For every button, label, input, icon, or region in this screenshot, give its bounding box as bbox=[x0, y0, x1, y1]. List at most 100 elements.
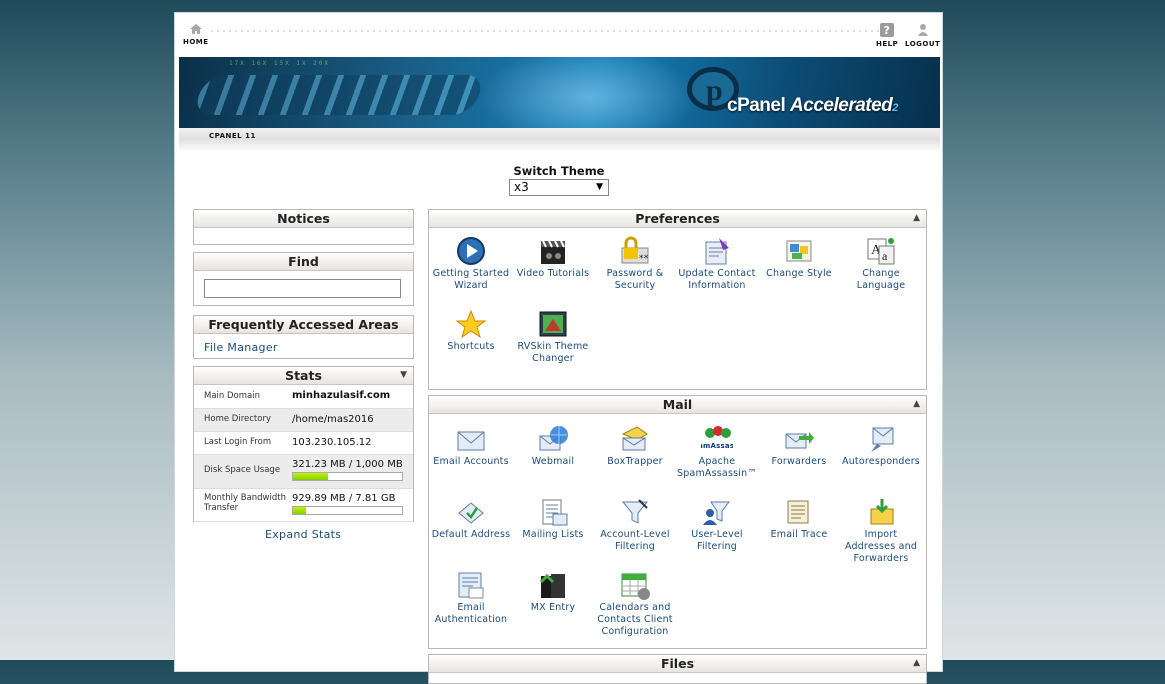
stat-row-disk-usage: Disk Space Usage 321.23 MB / 1,000 MB bbox=[194, 455, 413, 489]
stats-header: Stats ▼ bbox=[194, 367, 413, 385]
files-title: Files bbox=[660, 656, 695, 671]
tool-label: Default Address bbox=[431, 529, 511, 540]
banner-binary: 17X 16X 15X 1X 20X bbox=[229, 60, 331, 67]
tool-mx[interactable]: MX Entry bbox=[511, 570, 595, 614]
stat-label: Home Directory bbox=[204, 414, 271, 424]
globe-mail-icon bbox=[539, 426, 568, 451]
mail-panel: Mail ▲ Email Accounts Webmail BoxTrapper Sp… bbox=[428, 395, 927, 649]
tool-forward[interactable]: Forwarders bbox=[757, 424, 841, 468]
default-address-icon bbox=[458, 502, 484, 524]
tool-label: User-Level Filtering bbox=[691, 529, 743, 552]
frequently-accessed-panel: Frequently Accessed Areas File Manager bbox=[193, 315, 414, 359]
tool-label: RVSkin Theme Changer bbox=[517, 341, 589, 364]
collapse-icon[interactable]: ▼ bbox=[400, 367, 407, 384]
find-title: Find bbox=[194, 253, 413, 271]
tool-mailing-list[interactable]: Mailing Lists bbox=[511, 497, 595, 541]
tool-boxtrapper[interactable]: BoxTrapper bbox=[593, 424, 677, 468]
tool-lock[interactable]: ** Password & Security bbox=[593, 236, 677, 292]
tool-globe-mail[interactable]: Webmail bbox=[511, 424, 595, 468]
chevron-down-icon: ▼ bbox=[596, 182, 603, 192]
tool-label: Email Trace bbox=[770, 529, 828, 540]
stat-label: Monthly Bandwidth Transfer bbox=[204, 493, 286, 513]
tool-label: Change Language bbox=[856, 268, 906, 291]
home-icon bbox=[189, 24, 202, 34]
home-label: HOME bbox=[183, 38, 209, 46]
clapper-icon bbox=[541, 240, 565, 264]
play-icon bbox=[457, 237, 485, 265]
theme-select-value: x3 bbox=[514, 180, 529, 194]
tool-label: Email Accounts bbox=[433, 456, 509, 467]
filter-icon bbox=[621, 499, 649, 524]
tool-label: Video Tutorials bbox=[516, 268, 590, 279]
stats-title: Stats bbox=[285, 368, 322, 383]
stat-value: 103.230.105.12 bbox=[292, 437, 372, 448]
stat-label: Last Login From bbox=[204, 437, 272, 447]
logout-link[interactable]: LOGOUT bbox=[905, 23, 940, 48]
help-label: HELP bbox=[876, 40, 899, 48]
theme-icon bbox=[539, 311, 567, 337]
autoresponder-icon bbox=[871, 427, 894, 452]
expand-stats-link[interactable]: Expand Stats bbox=[265, 528, 341, 541]
notices-panel: Notices bbox=[193, 209, 414, 245]
stat-value: /home/mas2016 bbox=[292, 414, 374, 425]
stat-row-main-domain: Main Domain minhazulasif.com bbox=[194, 385, 413, 409]
mailing-list-icon bbox=[542, 499, 568, 526]
forward-icon bbox=[785, 432, 814, 449]
tool-label: Calendars and Contacts Client Configurat… bbox=[597, 602, 673, 637]
stat-label: Main Domain bbox=[204, 391, 260, 401]
tool-theme[interactable]: RVSkin Theme Changer bbox=[511, 309, 595, 365]
brand-text: cPanel Accelerated2 bbox=[727, 95, 898, 117]
tool-label: Password & Security bbox=[606, 268, 664, 291]
tool-default-address[interactable]: Default Address bbox=[429, 497, 513, 541]
logout-icon bbox=[917, 24, 928, 36]
home-link[interactable]: HOME bbox=[183, 23, 209, 46]
tool-language[interactable]: Aa Change Language bbox=[839, 236, 923, 292]
mail-header: Mail ▲ bbox=[429, 396, 926, 414]
tool-envelope[interactable]: Email Accounts bbox=[429, 424, 513, 468]
banner-cables bbox=[191, 75, 487, 115]
files-header: Files ▲ bbox=[429, 655, 926, 673]
tool-label: Update Contact Information bbox=[678, 268, 756, 291]
svg-text:?: ? bbox=[884, 24, 891, 37]
stats-panel: Stats ▼ Main Domain minhazulasif.com Hom… bbox=[193, 366, 414, 522]
help-link[interactable]: ? HELP bbox=[876, 23, 898, 48]
cpanel-page: HOME ? HELP LOGOUT 17X 16X 15X 1X 20X p … bbox=[174, 12, 943, 684]
tool-play[interactable]: Getting Started Wizard bbox=[429, 236, 513, 292]
tool-calendar[interactable]: Calendars and Contacts Client Configurat… bbox=[593, 570, 677, 638]
tool-label: Change Style bbox=[766, 268, 832, 279]
tool-contact[interactable]: Update Contact Information bbox=[675, 236, 759, 292]
tool-star[interactable]: Shortcuts bbox=[429, 309, 513, 353]
collapse-icon[interactable]: ▲ bbox=[913, 396, 920, 413]
tool-auth[interactable]: Email Authentication bbox=[429, 570, 513, 626]
auth-icon bbox=[458, 572, 484, 599]
find-input[interactable] bbox=[204, 279, 401, 298]
theme-select[interactable]: x3 ▼ bbox=[509, 179, 609, 196]
collapse-icon[interactable]: ▲ bbox=[913, 655, 920, 672]
calendar-icon bbox=[621, 573, 650, 600]
tool-spamassassin[interactable]: SpamAssassin Apache SpamAssassin™ bbox=[675, 424, 759, 480]
tool-label: Mailing Lists bbox=[522, 529, 584, 540]
tool-autoresponder[interactable]: Autoresponders bbox=[839, 424, 923, 468]
find-panel: Find bbox=[193, 252, 414, 306]
tool-filter[interactable]: Account-Level Filtering bbox=[593, 497, 677, 553]
cpanel-strip: CPANEL 11 bbox=[179, 128, 940, 150]
tool-import[interactable]: Import Addresses and Forwarders bbox=[839, 497, 923, 565]
file-manager-link[interactable]: File Manager bbox=[204, 341, 278, 354]
tool-label: BoxTrapper bbox=[607, 456, 663, 467]
tool-style[interactable]: Change Style bbox=[757, 236, 841, 280]
tool-label: Import Addresses and Forwarders bbox=[844, 529, 918, 564]
tool-user-filter[interactable]: User-Level Filtering bbox=[675, 497, 759, 553]
tool-trace[interactable]: Email Trace bbox=[757, 497, 841, 541]
brand-name: cPanel bbox=[727, 95, 786, 116]
language-icon: Aa bbox=[867, 238, 895, 265]
collapse-icon[interactable]: ▲ bbox=[913, 210, 920, 227]
mail-title: Mail bbox=[662, 397, 693, 412]
preferences-title: Preferences bbox=[635, 211, 720, 226]
dotted-divider bbox=[209, 29, 879, 33]
stat-label: Disk Space Usage bbox=[204, 465, 281, 475]
spamassassin-icon: SpamAssassin bbox=[701, 426, 733, 450]
mx-icon bbox=[539, 573, 565, 598]
tool-clapper[interactable]: Video Tutorials bbox=[511, 236, 595, 280]
bandwidth-fill bbox=[293, 507, 307, 514]
switch-theme: Switch Theme x3 ▼ bbox=[509, 164, 609, 196]
